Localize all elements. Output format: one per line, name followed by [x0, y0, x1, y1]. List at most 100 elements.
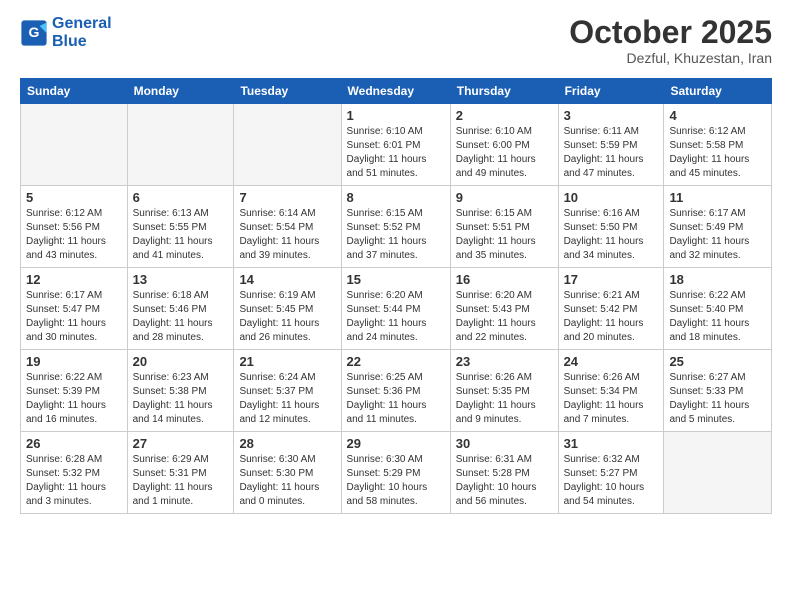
calendar-cell: 9Sunrise: 6:15 AM Sunset: 5:51 PM Daylig…	[450, 186, 558, 268]
calendar-cell: 12 Sunrise: 6:17 AM Sunset: 5:47 PM Dayli…	[21, 268, 128, 350]
day-info: Sunrise: 6:17 AM Sunset: 5:47 PM Dayligh…	[26, 289, 122, 345]
calendar-week-row: 19Sunrise: 6:22 AM Sunset: 5:39 PM Dayli…	[21, 350, 772, 432]
calendar-cell: 27 Sunrise: 6:29 AM Sunset: 5:31 PM Dayli…	[127, 432, 234, 514]
svg-text:G: G	[29, 24, 40, 40]
calendar-cell: 29 Sunrise: 6:30 AM Sunset: 5:29 PM Dayli…	[341, 432, 450, 514]
day-info: Sunrise: 6:31 AM Sunset: 5:28 PM Dayligh…	[456, 453, 553, 509]
day-info: Sunrise: 6:11 AM Sunset: 5:59 PM Dayligh…	[564, 125, 659, 181]
calendar-cell: 11Sunrise: 6:17 AM Sunset: 5:49 PM Dayli…	[664, 186, 772, 268]
day-number: 15	[347, 272, 445, 287]
day-info: Sunrise: 6:26 AM Sunset: 5:35 PM Dayligh…	[456, 371, 553, 427]
header-monday: Monday	[127, 79, 234, 104]
day-number: 30	[456, 436, 553, 451]
day-info: Sunrise: 6:25 AM Sunset: 5:36 PM Dayligh…	[347, 371, 445, 427]
day-number: 8	[347, 190, 445, 205]
calendar-cell: 28 Sunrise: 6:30 AM Sunset: 5:30 PM Dayli…	[234, 432, 341, 514]
day-info: Sunrise: 6:19 AM Sunset: 5:45 PM Dayligh…	[239, 289, 335, 345]
day-number: 17	[564, 272, 659, 287]
logo-icon: G	[20, 19, 48, 47]
calendar-cell: 3 Sunrise: 6:11 AM Sunset: 5:59 PM Daylig…	[558, 104, 664, 186]
day-number: 4	[669, 108, 766, 123]
day-info: Sunrise: 6:12 AM Sunset: 5:58 PM Dayligh…	[669, 125, 766, 181]
calendar-cell: 23 Sunrise: 6:26 AM Sunset: 5:35 PM Dayli…	[450, 350, 558, 432]
day-number: 23	[456, 354, 553, 369]
day-number: 19	[26, 354, 122, 369]
calendar-cell	[21, 104, 128, 186]
day-number: 18	[669, 272, 766, 287]
day-number: 6	[133, 190, 229, 205]
day-number: 21	[239, 354, 335, 369]
day-number: 27	[133, 436, 229, 451]
logo: G General Blue	[20, 15, 112, 50]
day-info: Sunrise: 6:29 AM Sunset: 5:31 PM Dayligh…	[133, 453, 229, 509]
day-info: Sunrise: 6:28 AM Sunset: 5:32 PM Dayligh…	[26, 453, 122, 509]
day-info: Sunrise: 6:13 AM Sunset: 5:55 PM Dayligh…	[133, 207, 229, 263]
calendar-table: Sunday Monday Tuesday Wednesday Thursday…	[20, 78, 772, 514]
calendar-cell: 22 Sunrise: 6:25 AM Sunset: 5:36 PM Dayli…	[341, 350, 450, 432]
calendar-cell: 8 Sunrise: 6:15 AM Sunset: 5:52 PM Daylig…	[341, 186, 450, 268]
day-info: Sunrise: 6:30 AM Sunset: 5:30 PM Dayligh…	[239, 453, 335, 509]
day-number: 22	[347, 354, 445, 369]
calendar-cell: 5 Sunrise: 6:12 AM Sunset: 5:56 PM Daylig…	[21, 186, 128, 268]
day-info: Sunrise: 6:15 AM Sunset: 5:52 PM Dayligh…	[347, 207, 445, 263]
calendar-page: G General Blue October 2025 Dezful, Khuz…	[0, 0, 792, 612]
calendar-cell: 17 Sunrise: 6:21 AM Sunset: 5:42 PM Dayli…	[558, 268, 664, 350]
day-number: 31	[564, 436, 659, 451]
day-number: 20	[133, 354, 229, 369]
calendar-week-row: 12 Sunrise: 6:17 AM Sunset: 5:47 PM Dayli…	[21, 268, 772, 350]
day-info: Sunrise: 6:30 AM Sunset: 5:29 PM Dayligh…	[347, 453, 445, 509]
day-number: 14	[239, 272, 335, 287]
calendar-cell	[664, 432, 772, 514]
calendar-week-row: 1Sunrise: 6:10 AM Sunset: 6:01 PM Daylig…	[21, 104, 772, 186]
day-number: 5	[26, 190, 122, 205]
calendar-cell: 24Sunrise: 6:26 AM Sunset: 5:34 PM Dayli…	[558, 350, 664, 432]
logo-text-general: General	[52, 15, 112, 33]
day-number: 9	[456, 190, 553, 205]
header-saturday: Saturday	[664, 79, 772, 104]
day-info: Sunrise: 6:23 AM Sunset: 5:38 PM Dayligh…	[133, 371, 229, 427]
calendar-cell: 16 Sunrise: 6:20 AM Sunset: 5:43 PM Dayli…	[450, 268, 558, 350]
location: Dezful, Khuzestan, Iran	[569, 50, 772, 66]
calendar-week-row: 26Sunrise: 6:28 AM Sunset: 5:32 PM Dayli…	[21, 432, 772, 514]
day-info: Sunrise: 6:22 AM Sunset: 5:40 PM Dayligh…	[669, 289, 766, 345]
calendar-cell: 30 Sunrise: 6:31 AM Sunset: 5:28 PM Dayli…	[450, 432, 558, 514]
title-block: October 2025 Dezful, Khuzestan, Iran	[569, 15, 772, 66]
calendar-cell: 4 Sunrise: 6:12 AM Sunset: 5:58 PM Daylig…	[664, 104, 772, 186]
month-title: October 2025	[569, 15, 772, 50]
day-info: Sunrise: 6:16 AM Sunset: 5:50 PM Dayligh…	[564, 207, 659, 263]
day-info: Sunrise: 6:32 AM Sunset: 5:27 PM Dayligh…	[564, 453, 659, 509]
calendar-cell: 18 Sunrise: 6:22 AM Sunset: 5:40 PM Dayli…	[664, 268, 772, 350]
day-number: 28	[239, 436, 335, 451]
calendar-cell: 15Sunrise: 6:20 AM Sunset: 5:44 PM Dayli…	[341, 268, 450, 350]
day-info: Sunrise: 6:14 AM Sunset: 5:54 PM Dayligh…	[239, 207, 335, 263]
day-number: 2	[456, 108, 553, 123]
day-number: 12	[26, 272, 122, 287]
calendar-cell: 26Sunrise: 6:28 AM Sunset: 5:32 PM Dayli…	[21, 432, 128, 514]
day-info: Sunrise: 6:10 AM Sunset: 6:00 PM Dayligh…	[456, 125, 553, 181]
calendar-cell	[127, 104, 234, 186]
weekday-header-row: Sunday Monday Tuesday Wednesday Thursday…	[21, 79, 772, 104]
day-number: 1	[347, 108, 445, 123]
day-info: Sunrise: 6:20 AM Sunset: 5:43 PM Dayligh…	[456, 289, 553, 345]
day-number: 29	[347, 436, 445, 451]
day-info: Sunrise: 6:21 AM Sunset: 5:42 PM Dayligh…	[564, 289, 659, 345]
day-number: 7	[239, 190, 335, 205]
header-tuesday: Tuesday	[234, 79, 341, 104]
calendar-cell: 14 Sunrise: 6:19 AM Sunset: 5:45 PM Dayli…	[234, 268, 341, 350]
day-number: 10	[564, 190, 659, 205]
calendar-cell: 1Sunrise: 6:10 AM Sunset: 6:01 PM Daylig…	[341, 104, 450, 186]
day-number: 3	[564, 108, 659, 123]
calendar-cell: 20 Sunrise: 6:23 AM Sunset: 5:38 PM Dayli…	[127, 350, 234, 432]
header-friday: Friday	[558, 79, 664, 104]
day-info: Sunrise: 6:24 AM Sunset: 5:37 PM Dayligh…	[239, 371, 335, 427]
day-number: 16	[456, 272, 553, 287]
header-sunday: Sunday	[21, 79, 128, 104]
calendar-cell	[234, 104, 341, 186]
day-number: 25	[669, 354, 766, 369]
calendar-cell: 10 Sunrise: 6:16 AM Sunset: 5:50 PM Dayli…	[558, 186, 664, 268]
day-info: Sunrise: 6:18 AM Sunset: 5:46 PM Dayligh…	[133, 289, 229, 345]
day-info: Sunrise: 6:12 AM Sunset: 5:56 PM Dayligh…	[26, 207, 122, 263]
day-number: 24	[564, 354, 659, 369]
header-wednesday: Wednesday	[341, 79, 450, 104]
header-thursday: Thursday	[450, 79, 558, 104]
